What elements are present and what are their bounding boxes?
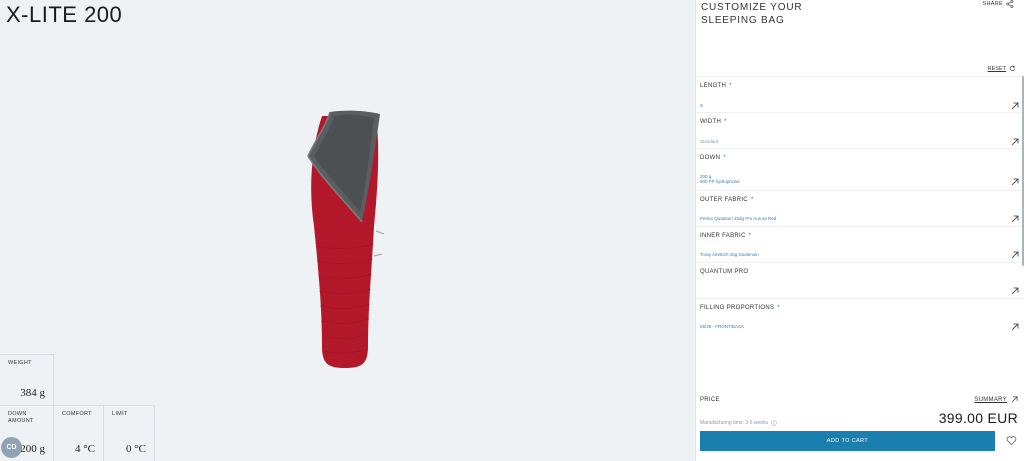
arrow-up-right-icon bbox=[1011, 396, 1018, 403]
weight-label: WEIGHT bbox=[8, 360, 32, 366]
required-marker: * bbox=[723, 155, 726, 161]
reset-button[interactable]: RESET bbox=[988, 65, 1016, 72]
option-label: QUANTUM PRO bbox=[700, 269, 749, 275]
option-value: Pertex Quantum 15dg Pro Aurora Red bbox=[700, 216, 777, 221]
panel-title: CUSTOMIZE YOUR SLEEPING BAG bbox=[701, 2, 803, 26]
share-button[interactable]: SHARE bbox=[983, 0, 1014, 8]
option-filling-proportions[interactable]: FILLING PROPORTIONS * 65/35 - FRONT/BACK bbox=[696, 298, 1024, 334]
option-value: Standard bbox=[700, 139, 719, 144]
arrow-up-right-icon[interactable] bbox=[1011, 138, 1019, 146]
required-marker: * bbox=[777, 305, 780, 311]
product-viewer[interactable]: X-LITE 200 WEIGHT 384 g DOWN AMOUNT 200 … bbox=[0, 0, 695, 461]
arrow-up-right-icon[interactable] bbox=[1011, 178, 1019, 186]
required-marker: * bbox=[750, 197, 754, 203]
reset-label: RESET bbox=[987, 65, 1006, 72]
option-label: FILLING PROPORTIONS bbox=[700, 305, 775, 311]
summary-label: SUMMARY bbox=[974, 396, 1007, 403]
sleeping-bag-image[interactable] bbox=[300, 106, 390, 376]
summary-link[interactable]: SUMMARY bbox=[974, 396, 1018, 403]
required-marker: * bbox=[748, 233, 752, 239]
chat-button[interactable]: CD bbox=[1, 437, 22, 458]
down-amount-label: DOWN AMOUNT bbox=[8, 411, 34, 424]
option-label: INNER FABRIC bbox=[700, 233, 746, 239]
option-label: LENGTH bbox=[700, 83, 727, 89]
info-icon[interactable] bbox=[771, 420, 777, 426]
customize-panel: CUSTOMIZE YOUR SLEEPING BAG SHARE RESET … bbox=[695, 0, 1024, 461]
option-outer-fabric[interactable]: OUTER FABRIC * Pertex Quantum 15dg Pro Au… bbox=[696, 190, 1024, 226]
options-list: LENGTH * S WIDTH * Standard DOWN * 200 g 90… bbox=[696, 76, 1024, 334]
required-marker: * bbox=[729, 83, 732, 89]
arrow-up-right-icon[interactable] bbox=[1011, 323, 1019, 331]
refresh-icon bbox=[1009, 65, 1015, 72]
arrow-up-right-icon[interactable] bbox=[1011, 251, 1019, 259]
limit-value: 0 °C bbox=[126, 443, 146, 455]
option-inner-fabric[interactable]: INNER FABRIC * Toray Airetech 15g Gasleno… bbox=[696, 226, 1024, 262]
option-value-detail: 900 FP hydrophobic bbox=[700, 179, 741, 184]
option-label: WIDTH bbox=[700, 119, 722, 125]
arrow-up-right-icon[interactable] bbox=[1011, 215, 1019, 223]
manufacturing-text: Manufacturing time: 3-5 weeks bbox=[700, 420, 769, 426]
option-quantum-pro[interactable]: QUANTUM PRO bbox=[696, 262, 1024, 298]
option-value: 65/35 - FRONT/BACK bbox=[700, 324, 745, 329]
weight-stat: WEIGHT 384 g bbox=[0, 354, 54, 405]
price-label: PRICE bbox=[700, 397, 720, 403]
product-title: X-LITE 200 bbox=[6, 2, 123, 27]
weight-value: 384 g bbox=[20, 387, 45, 399]
option-length[interactable]: LENGTH * S bbox=[696, 76, 1024, 112]
option-width[interactable]: WIDTH * Standard bbox=[696, 112, 1024, 148]
option-down[interactable]: DOWN * 200 g 900 FP hydrophobic bbox=[696, 148, 1024, 190]
down-amount-value: 200 g bbox=[20, 443, 45, 455]
comfort-stat: COMFORT 4 °C bbox=[54, 405, 104, 461]
heart-icon[interactable] bbox=[1006, 435, 1017, 446]
manufacturing-time: Manufacturing time: 3-5 weeks bbox=[700, 420, 777, 426]
comfort-label: COMFORT bbox=[62, 411, 92, 417]
arrow-up-right-icon[interactable] bbox=[1011, 102, 1019, 110]
option-label: DOWN bbox=[700, 155, 721, 161]
option-label: OUTER FABRIC bbox=[700, 197, 748, 203]
share-icon bbox=[1006, 0, 1014, 8]
option-value: Toray Airetech 15g Gaslenoin bbox=[700, 252, 759, 257]
arrow-up-right-icon[interactable] bbox=[1011, 287, 1019, 295]
add-to-cart-button[interactable]: ADD TO CART bbox=[700, 431, 995, 451]
required-marker: * bbox=[724, 119, 727, 125]
option-value: S bbox=[700, 103, 704, 108]
limit-label: LIMIT bbox=[112, 411, 128, 417]
price-value: 399.00 EUR bbox=[938, 410, 1018, 426]
limit-stat: LIMIT 0 °C bbox=[104, 405, 155, 461]
share-label: SHARE bbox=[982, 1, 1003, 7]
comfort-value: 4 °C bbox=[75, 443, 95, 455]
